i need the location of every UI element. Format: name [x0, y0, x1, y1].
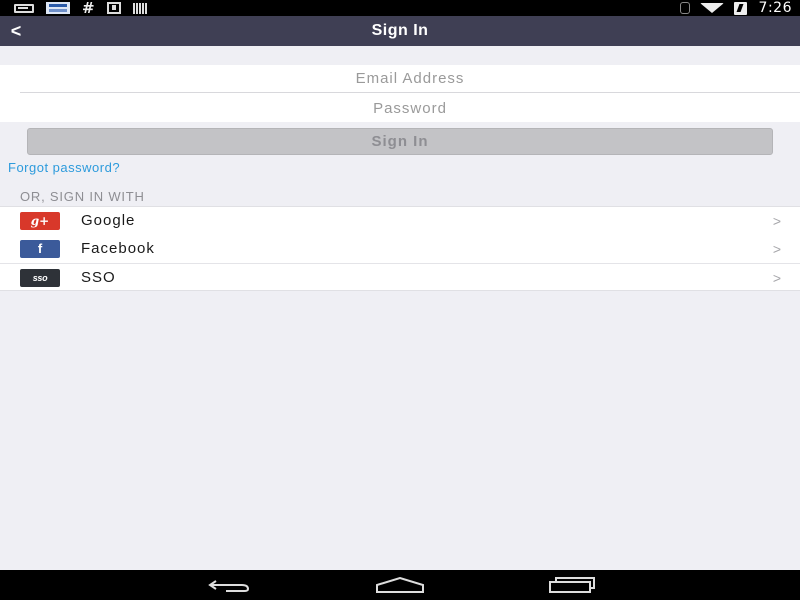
provider-sso[interactable]: sso SSO >: [0, 263, 800, 291]
provider-google[interactable]: g+ Google >: [0, 207, 800, 235]
chevron-right-icon: >: [772, 270, 781, 286]
message-icon: [14, 3, 34, 13]
password-field[interactable]: [20, 94, 800, 122]
sign-in-button[interactable]: Sign In: [27, 128, 773, 155]
chevron-right-icon: >: [772, 241, 781, 257]
home-icon[interactable]: [376, 577, 424, 593]
hashtag-icon: #: [82, 0, 95, 17]
download-icon: [106, 2, 121, 14]
sign-in-with-header: OR, SIGN IN WITH: [20, 189, 145, 204]
password-field-container: [20, 94, 800, 122]
provider-facebook[interactable]: f Facebook >: [0, 235, 800, 263]
provider-list: g+ Google > f Facebook > sso SSO >: [0, 206, 800, 291]
sign-in-form: [0, 65, 800, 122]
battery-charging-icon: [733, 1, 747, 15]
back-arrow-icon[interactable]: [206, 577, 252, 593]
back-button[interactable]: <: [6, 18, 26, 44]
status-bar: # 7:26: [0, 0, 800, 16]
chevron-right-icon: >: [772, 213, 781, 229]
system-navigation-bar: [0, 570, 800, 600]
notification-icons: #: [14, 0, 148, 17]
provider-label: SSO: [81, 269, 116, 286]
bluetooth-icon: [679, 2, 690, 14]
provider-label: Facebook: [81, 240, 155, 257]
navigation-bar: Sign In <: [0, 16, 800, 46]
status-time: 7:26: [758, 0, 792, 16]
barcode-icon: [132, 2, 148, 14]
recent-apps-icon[interactable]: [548, 577, 596, 593]
facebook-icon: f: [20, 240, 60, 258]
news-icon: [46, 2, 70, 14]
email-field[interactable]: [20, 65, 800, 92]
wifi-icon: [699, 3, 724, 13]
forgot-password-link[interactable]: Forgot password?: [8, 160, 120, 175]
sso-icon: sso: [20, 269, 60, 287]
system-icons: 7:26: [679, 0, 792, 16]
google-plus-icon: g+: [20, 212, 60, 230]
email-field-container: [20, 65, 800, 93]
page-title: Sign In: [371, 22, 429, 39]
provider-label: Google: [81, 212, 136, 229]
